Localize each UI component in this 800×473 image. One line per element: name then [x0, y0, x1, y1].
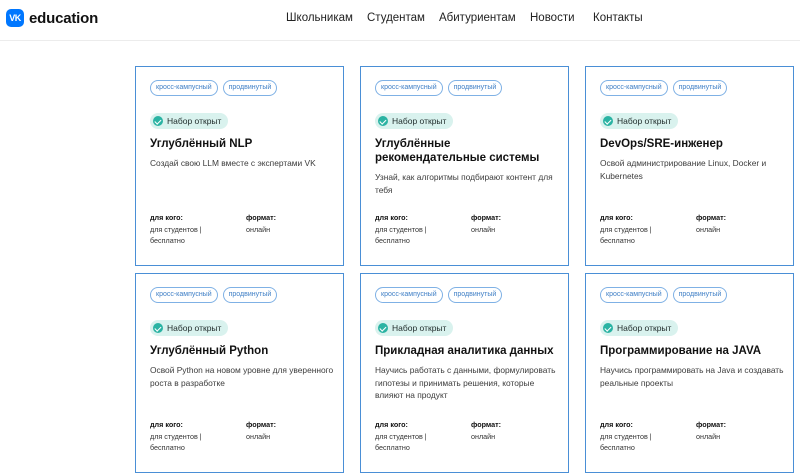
tag-cross-campus: кросс-кампусный [150, 80, 218, 96]
format-value: онлайн [471, 225, 496, 234]
check-circle-icon [603, 323, 613, 333]
tag-cross-campus: кросс-кампусный [600, 80, 668, 96]
site-header: VK education Школьникам Студентам Абитур… [0, 0, 800, 41]
course-title: Программирование на JAVA [600, 345, 762, 357]
status-badge: Набор открыт [375, 320, 454, 336]
format-value: онлайн [471, 432, 496, 441]
course-description: Узнай, как алгоритмы подбирают контент д… [375, 172, 553, 195]
format-value: онлайн [696, 225, 721, 234]
format-value: онлайн [246, 225, 271, 234]
course-card-devops[interactable]: кросс-кампусный продвинутый Набор открыт… [585, 66, 794, 266]
card-tags: кросс-кампусный продвинутый [375, 287, 503, 303]
format-label: формат: [471, 213, 502, 222]
status-badge: Набор открыт [150, 320, 229, 336]
status-label: Набор открыт [392, 116, 447, 126]
course-card-java[interactable]: кросс-кампусный продвинутый Набор открыт… [585, 273, 794, 473]
course-card-recsys[interactable]: кросс-кампусный продвинутый Набор открыт… [360, 66, 569, 266]
audience-label: для кого: [375, 420, 408, 429]
logo-text: education [29, 9, 99, 27]
format-label: формат: [246, 213, 277, 222]
check-circle-icon [603, 116, 613, 126]
audience-value: для студентов | бесплатно [150, 225, 202, 245]
status-label: Набор открыт [392, 323, 447, 333]
format-label: формат: [696, 213, 727, 222]
check-circle-icon [153, 116, 163, 126]
check-circle-icon [153, 323, 163, 333]
tag-advanced: продвинутый [672, 80, 728, 96]
status-label: Набор открыт [167, 323, 222, 333]
audience-label: для кого: [600, 420, 633, 429]
audience-value: для студентов | бесплатно [375, 225, 427, 245]
tag-advanced: продвинутый [672, 287, 728, 303]
card-tags: кросс-кампусный продвинутый [600, 287, 728, 303]
course-title: DevOps/SRE-инженер [600, 138, 723, 150]
card-tags: кросс-кампусный продвинутый [150, 287, 278, 303]
course-description: Научись программировать на Java и создав… [600, 365, 784, 388]
tag-cross-campus: кросс-кампусный [150, 287, 218, 303]
audience-value: для студентов | бесплатно [150, 432, 202, 452]
audience-value: для студентов | бесплатно [375, 432, 427, 452]
card-tags: кросс-кампусный продвинутый [375, 80, 503, 96]
audience-value: для студентов | бесплатно [600, 225, 652, 245]
status-badge: Набор открыт [600, 113, 679, 129]
course-title: Углублённый NLP [150, 138, 253, 150]
card-tags: кросс-кампусный продвинутый [150, 80, 278, 96]
audience-label: для кого: [375, 213, 408, 222]
course-description: Освой Python на новом уровне для уверенн… [150, 365, 334, 388]
audience-label: для кого: [600, 213, 633, 222]
tag-cross-campus: кросс-кампусный [375, 80, 443, 96]
tag-cross-campus: кросс-кампусный [375, 287, 443, 303]
check-circle-icon [378, 323, 388, 333]
vk-logo-icon: VK [6, 9, 24, 27]
tag-advanced: продвинутый [447, 287, 503, 303]
audience-label: для кого: [150, 420, 183, 429]
vk-education-logo[interactable]: VK education [6, 9, 98, 27]
format-label: формат: [246, 420, 277, 429]
format-label: формат: [471, 420, 502, 429]
course-title: Прикладная аналитика данных [375, 345, 554, 357]
tag-cross-campus: кросс-кампусный [600, 287, 668, 303]
course-description: Освой администрирование Linux, Docker и … [600, 158, 767, 181]
course-description: Научись работать с данными, формулироват… [375, 365, 556, 400]
tag-advanced: продвинутый [222, 80, 278, 96]
status-label: Набор открыт [617, 323, 672, 333]
format-value: онлайн [696, 432, 721, 441]
course-title: Углублённый Python [150, 345, 269, 357]
nav-contacts[interactable]: Контакты [593, 12, 643, 24]
format-value: онлайн [246, 432, 271, 441]
course-card-python[interactable]: кросс-кампусный продвинутый Набор открыт… [135, 273, 344, 473]
nav-applicants[interactable]: Абитуриентам [439, 12, 516, 24]
status-badge: Набор открыт [375, 113, 454, 129]
nav-news[interactable]: Новости [530, 12, 575, 24]
status-label: Набор открыт [167, 116, 222, 126]
course-title: Углублённые рекомендательные системы [375, 138, 540, 164]
nav-students[interactable]: Студентам [367, 12, 425, 24]
tag-advanced: продвинутый [447, 80, 503, 96]
course-card-analytics[interactable]: кросс-кампусный продвинутый Набор открыт… [360, 273, 569, 473]
course-description: Создай свою LLM вместе с экспертами VK [150, 158, 316, 168]
card-tags: кросс-кампусный продвинутый [600, 80, 728, 96]
audience-label: для кого: [150, 213, 183, 222]
status-badge: Набор открыт [150, 113, 229, 129]
tag-advanced: продвинутый [222, 287, 278, 303]
status-label: Набор открыт [617, 116, 672, 126]
course-card-nlp[interactable]: кросс-кампусный продвинутый Набор открыт… [135, 66, 344, 266]
status-badge: Набор открыт [600, 320, 679, 336]
audience-value: для студентов | бесплатно [600, 432, 652, 452]
nav-schoolchildren[interactable]: Школьникам [286, 12, 353, 24]
check-circle-icon [378, 116, 388, 126]
format-label: формат: [696, 420, 727, 429]
